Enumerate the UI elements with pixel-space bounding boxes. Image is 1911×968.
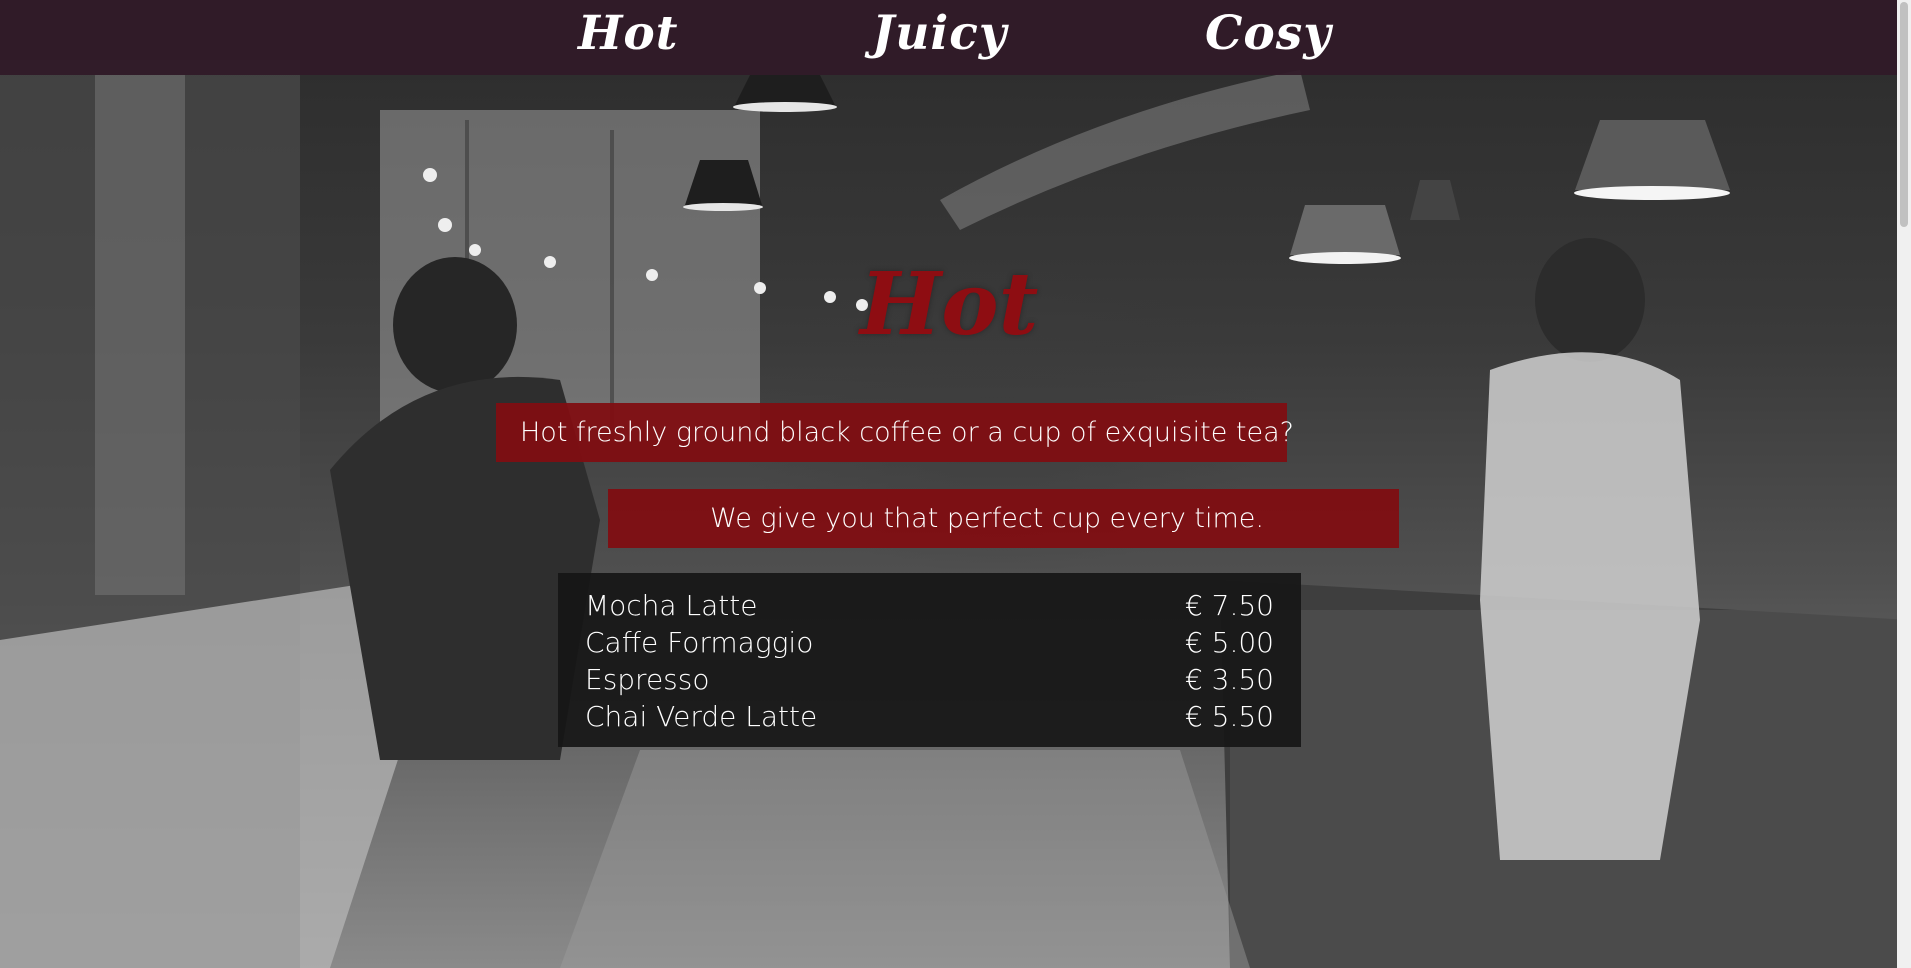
menu-item-price: € 3.50: [1184, 663, 1274, 696]
nav-link-hot[interactable]: Hot: [578, 6, 678, 61]
nav-link-juicy[interactable]: Juicy: [872, 6, 1007, 61]
menu-item-name: Chai Verde Latte: [585, 700, 818, 733]
menu-item: Mocha Latte € 7.50: [585, 587, 1274, 624]
cafe-scene-illustration: [0, 60, 1911, 968]
promise-text: We give you that perfect cup every time.: [710, 503, 1264, 534]
promise-banner: We give you that perfect cup every time.: [608, 489, 1399, 548]
tagline-text: Hot freshly ground black coffee or a cup…: [520, 417, 1294, 448]
tagline-banner: Hot freshly ground black coffee or a cup…: [496, 403, 1294, 462]
top-navbar: Hot Juicy Cosy: [0, 0, 1911, 75]
vertical-scrollbar[interactable]: [1897, 0, 1911, 968]
menu-item-price: € 5.50: [1184, 700, 1274, 733]
menu-price-list: Mocha Latte € 7.50 Caffe Formaggio € 5.0…: [558, 573, 1301, 747]
section-title: Hot: [860, 254, 1039, 355]
nav-link-cosy[interactable]: Cosy: [1205, 6, 1332, 61]
menu-item: Chai Verde Latte € 5.50: [585, 698, 1274, 735]
scrollbar-thumb[interactable]: [1900, 2, 1908, 227]
page: Hot Juicy Cosy Hot Hot freshly ground bl…: [0, 0, 1911, 968]
menu-item-name: Caffe Formaggio: [585, 626, 814, 659]
menu-item-name: Mocha Latte: [585, 589, 758, 622]
menu-item: Caffe Formaggio € 5.00: [585, 624, 1274, 661]
menu-item-price: € 7.50: [1184, 589, 1274, 622]
menu-item: Espresso € 3.50: [585, 661, 1274, 698]
background-cafe-photo: [0, 0, 1911, 968]
menu-item-price: € 5.00: [1184, 626, 1274, 659]
menu-item-name: Espresso: [585, 663, 710, 696]
